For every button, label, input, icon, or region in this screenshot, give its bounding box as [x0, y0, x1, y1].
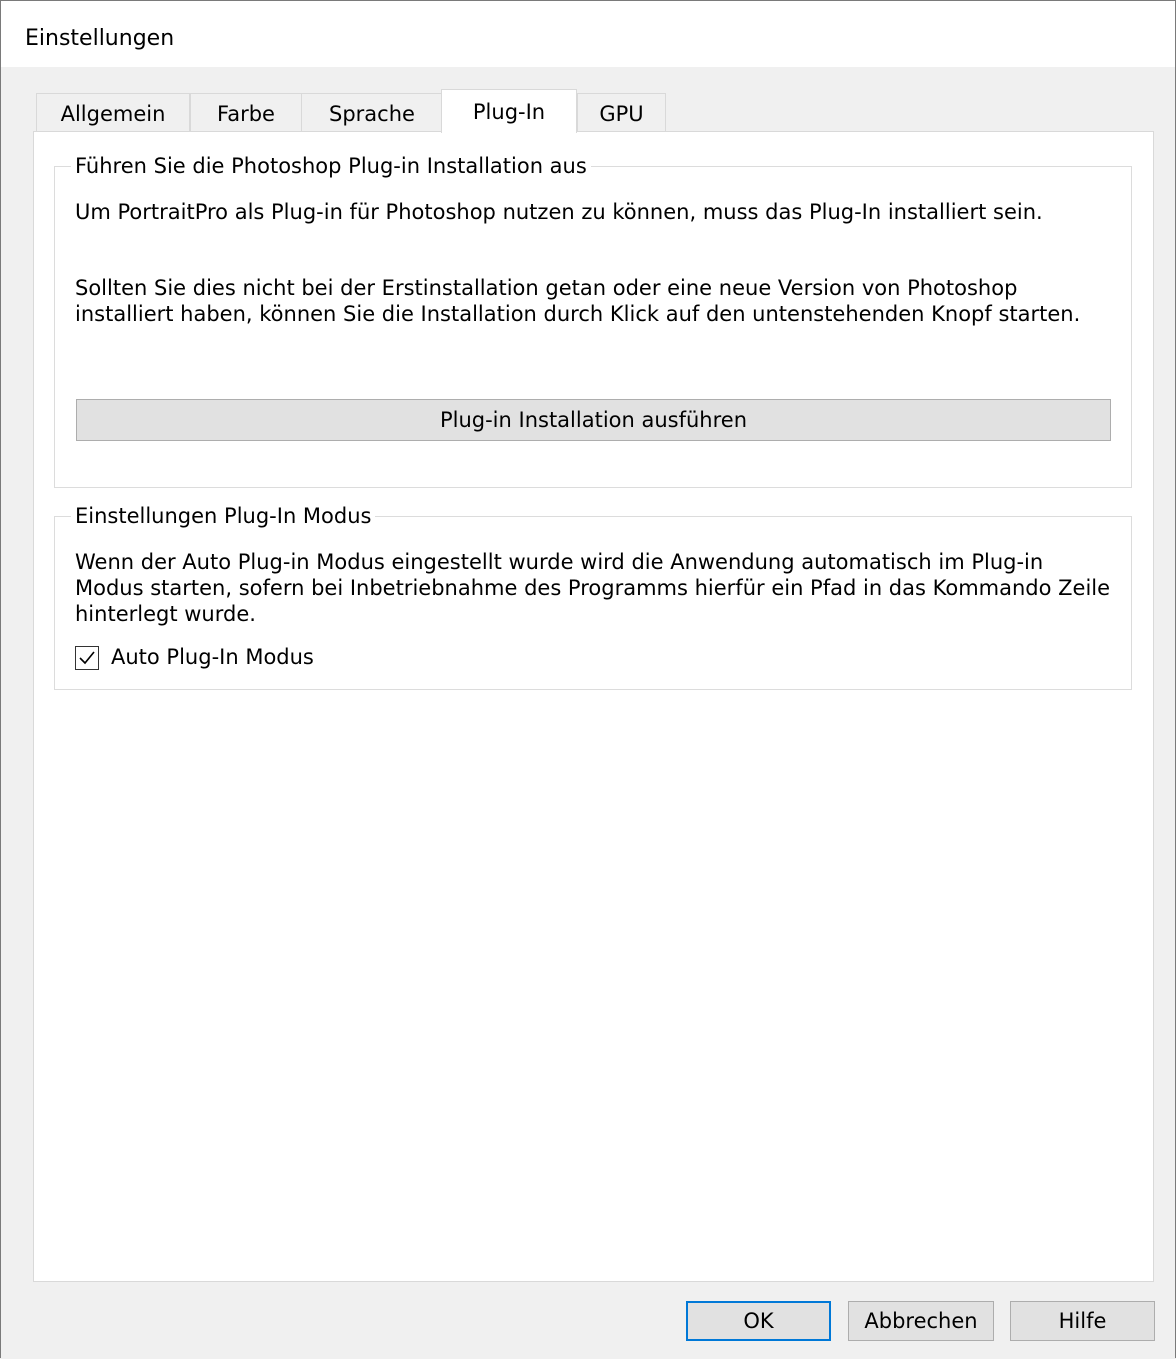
plugin-mode-description: Wenn der Auto Plug-in Modus eingestellt … — [75, 550, 1111, 626]
tab-farbe[interactable]: Farbe — [190, 93, 302, 132]
plugin-mode-group-title: Einstellungen Plug-In Modus — [71, 503, 376, 529]
install-groupbox: Führen Sie die Photoshop Plug-in Install… — [54, 153, 1132, 488]
install-plugin-button[interactable]: Plug-in Installation ausführen — [76, 399, 1111, 441]
install-info-text: Um PortraitPro als Plug-in für Photoshop… — [75, 200, 1043, 224]
tab-gpu[interactable]: GPU — [577, 93, 666, 132]
tab-panel-plug-in: Führen Sie die Photoshop Plug-in Install… — [33, 131, 1154, 1282]
dialog-title: Einstellungen — [25, 26, 175, 51]
auto-plugin-mode-checkbox[interactable] — [75, 646, 99, 670]
install-group-title: Führen Sie die Photoshop Plug-in Install… — [71, 153, 591, 179]
tab-sprache[interactable]: Sprache — [301, 93, 443, 132]
ok-button[interactable]: OK — [686, 1301, 831, 1341]
tab-allgemein[interactable]: Allgemein — [36, 93, 190, 132]
help-button[interactable]: Hilfe — [1010, 1301, 1155, 1341]
auto-plugin-mode-label[interactable]: Auto Plug-In Modus — [111, 643, 314, 671]
cancel-button[interactable]: Abbrechen — [848, 1301, 994, 1341]
checkmark-icon — [79, 651, 95, 665]
install-instructions-text: Sollten Sie dies nicht bei der Erstinsta… — [75, 276, 1081, 326]
plugin-mode-groupbox: Einstellungen Plug-In Modus Wenn der Aut… — [54, 503, 1132, 690]
title-bar[interactable]: Einstellungen — [1, 1, 1175, 67]
settings-dialog: Einstellungen Allgemein Farbe Sprache Pl… — [0, 0, 1176, 1358]
tab-plug-in[interactable]: Plug-In — [441, 89, 577, 133]
